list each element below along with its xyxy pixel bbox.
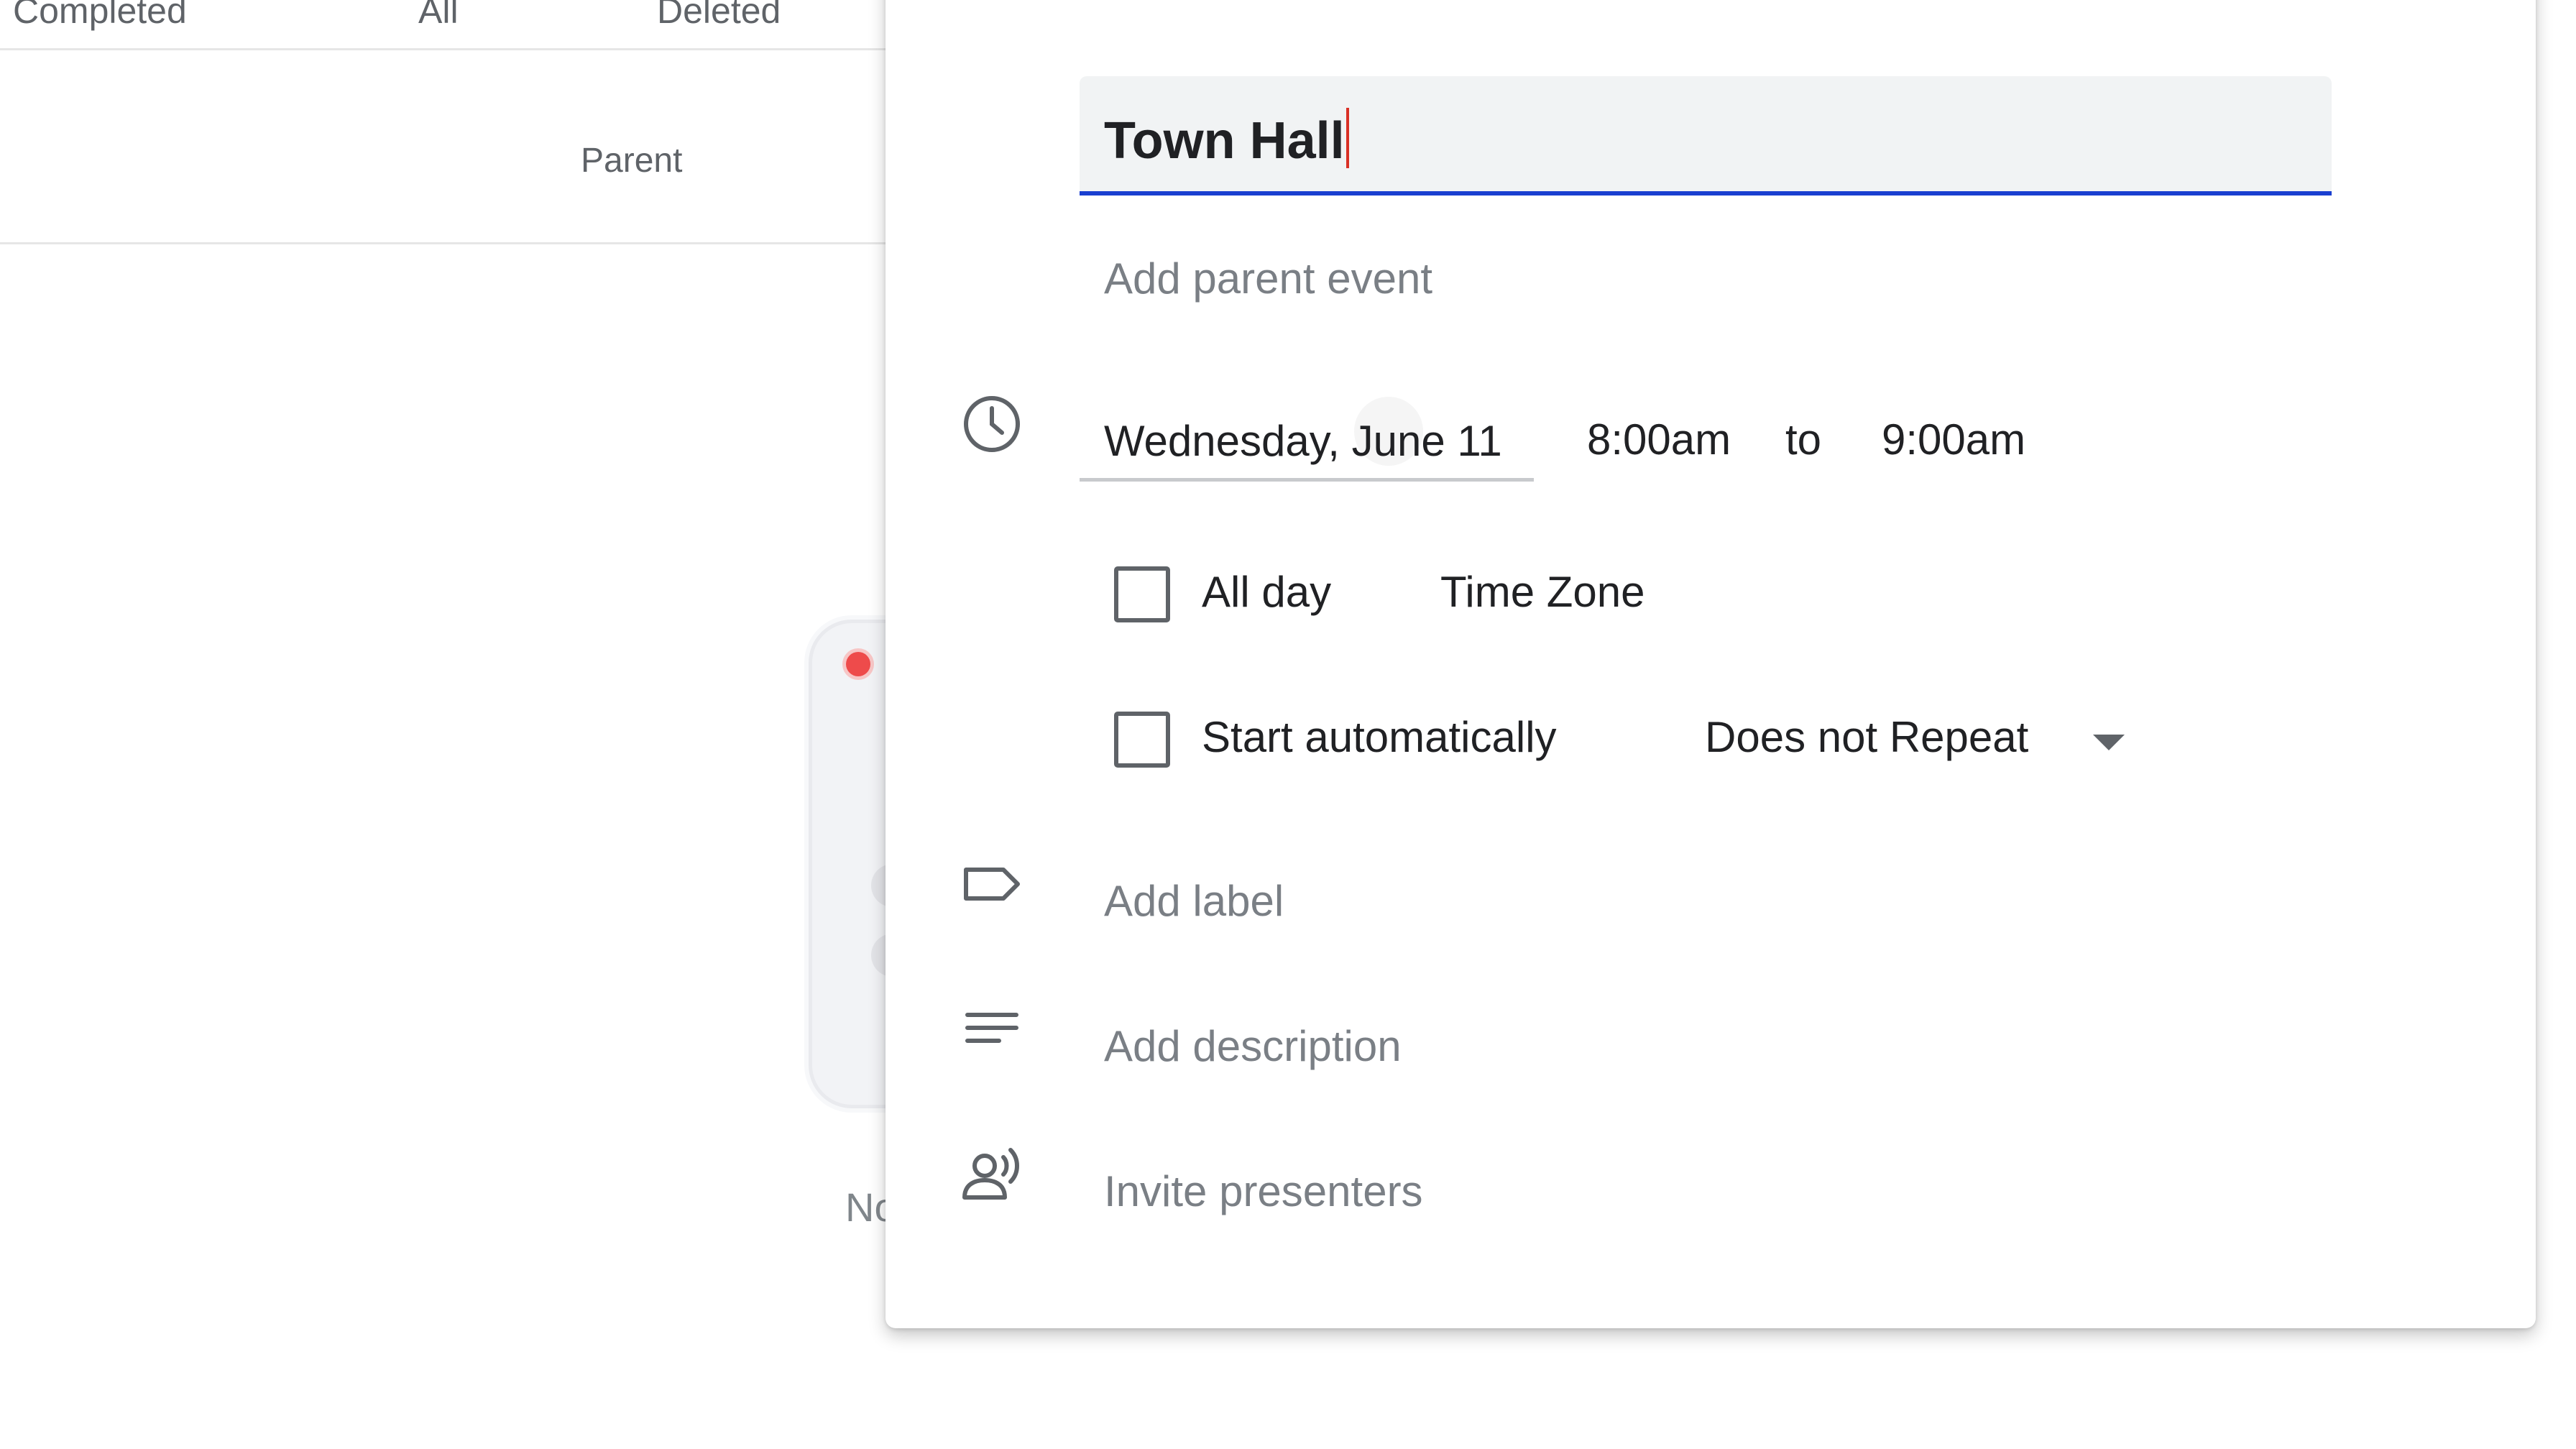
event-title-value-wrap: Town Hall (1104, 108, 1349, 168)
add-description-field[interactable]: Add description (1104, 1025, 1402, 1068)
tab-all[interactable]: All (418, 0, 459, 29)
tab-deleted[interactable]: Deleted (657, 0, 781, 29)
end-time-picker[interactable]: 9:00am (1882, 418, 2025, 461)
start-automatically-label[interactable]: Start automatically (1202, 716, 1557, 759)
time-zone-button[interactable]: Time Zone (1440, 571, 1645, 614)
background-table-header: Parent (0, 50, 891, 244)
background-tab-bar: Completed All Deleted (0, 0, 891, 50)
label-tag-icon (957, 850, 1026, 919)
tab-completed[interactable]: Completed (13, 0, 187, 29)
description-lines-icon (957, 995, 1026, 1064)
column-header-parent[interactable]: Parent (581, 144, 682, 178)
event-date: Wednesday, June 11 (1104, 417, 1502, 465)
event-editor-dialog: Town Hall Add parent event Wednesday, Ju… (886, 0, 2536, 1328)
add-parent-event-field[interactable]: Add parent event (1104, 257, 1432, 300)
repeat-value: Does not Repeat (1705, 713, 2029, 761)
invite-presenters-field[interactable]: Invite presenters (1104, 1170, 1423, 1213)
recording-dot-icon (846, 652, 870, 676)
presenter-voice-icon (957, 1140, 1026, 1209)
dropdown-arrow-icon (2093, 735, 2125, 750)
event-title-input[interactable]: Town Hall (1080, 76, 2332, 196)
repeat-dropdown[interactable]: Does not Repeat (1705, 702, 2150, 781)
event-title-value: Town Hall (1104, 112, 1345, 170)
add-label-field[interactable]: Add label (1104, 880, 1284, 923)
text-caret (1346, 108, 1349, 168)
time-range-separator: to (1785, 415, 1822, 464)
app-screen: Completed All Deleted Parent No Town Hal… (0, 0, 2576, 1449)
start-automatically-checkbox[interactable] (1114, 712, 1170, 768)
all-day-checkbox[interactable] (1114, 566, 1170, 622)
date-picker-field[interactable]: Wednesday, June 11 (1080, 388, 1534, 482)
start-time-picker[interactable]: 8:00am (1587, 418, 1731, 461)
all-day-label[interactable]: All day (1202, 571, 1331, 614)
clock-icon (957, 390, 1026, 459)
